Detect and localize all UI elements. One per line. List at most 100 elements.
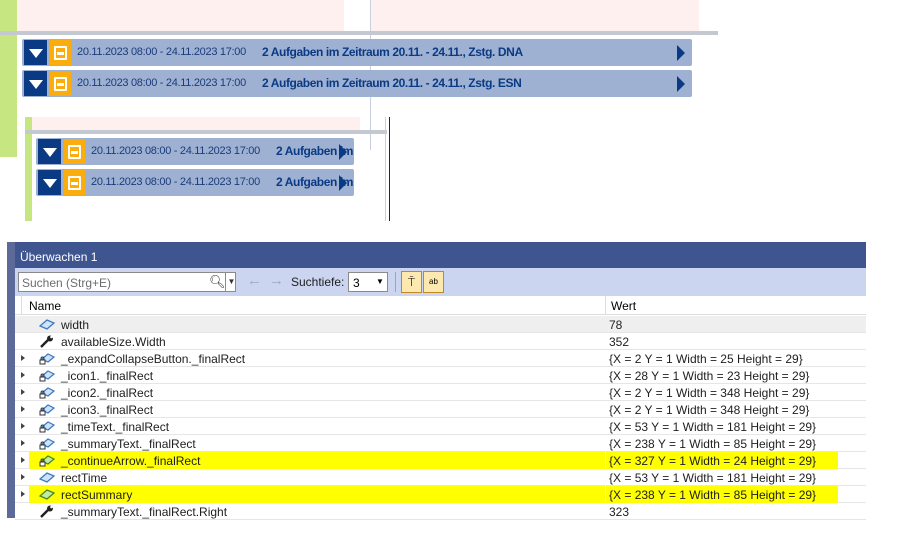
watch-row[interactable]: width 78: [15, 316, 866, 333]
expand-icon[interactable]: [21, 355, 25, 361]
row-name: rectSummary: [61, 488, 133, 502]
search-depth-value: 3: [353, 276, 360, 290]
row-name: _icon2._finalRect: [61, 386, 154, 400]
row-value: {X = 28 Y = 1 Width = 23 Height = 29}: [609, 369, 810, 383]
expand-collapse-button[interactable]: [24, 71, 47, 96]
row-name: _timeText._finalRect: [61, 420, 170, 434]
forward-arrow-icon[interactable]: →: [269, 272, 284, 289]
row-value: {X = 327 Y = 1 Width = 24 Height = 29}: [609, 454, 817, 468]
field-icon: [38, 471, 56, 484]
row-name: rectTime: [61, 471, 108, 485]
row-value: 323: [609, 505, 630, 519]
watch-row[interactable]: _summaryText._finalRect.Right 323: [15, 503, 866, 520]
task-summary-row[interactable]: 20.11.2023 08:00 - 24.11.2023 17:00 2 Au…: [22, 39, 692, 66]
row-value: {X = 238 Y = 1 Width = 85 Height = 29}: [609, 437, 817, 451]
watch-toolbar: Suchen (Strg+E) 🔍︎ ▼ ← → Suchtiefe: 3 ▼ …: [15, 268, 866, 296]
watch-row[interactable]: availableSize.Width 352: [15, 333, 866, 350]
expand-icon[interactable]: [21, 491, 25, 497]
watch-row[interactable]: _expandCollapseButton._finalRect {X = 2 Y…: [15, 350, 866, 367]
search-placeholder: Suchen (Strg+E): [22, 276, 112, 290]
watch-row[interactable]: _icon2._finalRect {X = 2 Y = 1 Width = 34…: [15, 384, 866, 401]
time-text: 20.11.2023 08:00 - 24.11.2023 17:00: [77, 77, 246, 89]
header-cell: [32, 117, 360, 130]
row-name: _summaryText._finalRect: [61, 437, 196, 451]
row-name: _summaryText._finalRect.Right: [61, 505, 228, 519]
row-name: _expandCollapseButton._finalRect: [61, 352, 246, 366]
chevron-down-icon: ▼: [376, 277, 384, 286]
column-header-value[interactable]: Wert: [611, 299, 636, 313]
row-name: availableSize.Width: [61, 335, 166, 349]
private-field-icon: [39, 369, 56, 382]
column-divider: [385, 117, 386, 221]
task-summary-row[interactable]: 20.11.2023 08:00 - 24.11.2023 17:00 2 Au…: [36, 169, 354, 196]
wrench-icon: [39, 505, 55, 518]
wrench-icon: [39, 335, 55, 348]
pin-text-button[interactable]: ab: [423, 271, 444, 293]
watch-row[interactable]: _icon3._finalRect {X = 2 Y = 1 Width = 34…: [15, 401, 866, 418]
header-cell: [371, 0, 699, 31]
expand-collapse-button[interactable]: [38, 139, 61, 164]
watch-grid: Name Wert width 78 availableSize.Width 352 _…: [15, 296, 866, 520]
watch-window: Überwachen 1 Suchen (Strg+E) 🔍︎ ▼ ← → Su…: [7, 242, 866, 520]
watch-row[interactable]: rectSummary {X = 238 Y = 1 Width = 85 Hei…: [15, 486, 866, 503]
search-depth-select[interactable]: 3 ▼: [348, 272, 388, 292]
continue-arrow-icon[interactable]: [339, 144, 347, 160]
column-header-name[interactable]: Name: [29, 299, 61, 313]
header-separator: [25, 130, 387, 134]
search-icon[interactable]: 🔍︎: [209, 274, 226, 290]
calendar-icon: [64, 170, 85, 195]
field-icon: [38, 318, 56, 331]
green-strip: [0, 0, 17, 157]
row-value: 78: [609, 318, 623, 332]
row-name: _icon1._finalRect: [61, 369, 154, 383]
continue-arrow-icon[interactable]: [677, 45, 685, 61]
watch-row[interactable]: _continueArrow._finalRect {X = 327 Y = 1 …: [15, 452, 866, 469]
summary-text: 2 Aufgaben im Zeitraum 20.11. - 24.11., …: [262, 45, 523, 59]
header-cell: [17, 0, 344, 31]
watch-title: Überwachen 1: [20, 250, 98, 264]
time-text: 20.11.2023 08:00 - 24.11.2023 17:00: [77, 46, 246, 58]
expand-icon[interactable]: [21, 389, 25, 395]
summary-text: 2 Aufgaben im Zeitraum 20.11. - 24.11., …: [262, 76, 522, 90]
expand-icon[interactable]: [21, 457, 25, 463]
continue-arrow-icon[interactable]: [339, 175, 347, 191]
row-value: {X = 2 Y = 1 Width = 348 Height = 29}: [609, 403, 810, 417]
row-name: width: [61, 318, 90, 332]
watch-title-bar: [15, 242, 866, 268]
search-dropdown-icon[interactable]: ▼: [225, 272, 237, 292]
row-name: _continueArrow._finalRect: [61, 454, 201, 468]
expand-collapse-button[interactable]: [24, 40, 47, 65]
private-field-icon: [39, 437, 56, 450]
expand-icon[interactable]: [21, 474, 25, 480]
back-arrow-icon[interactable]: ←: [247, 272, 262, 289]
row-value: {X = 238 Y = 1 Width = 85 Height = 29}: [609, 488, 817, 502]
continue-arrow-icon[interactable]: [677, 76, 685, 92]
search-depth-label: Suchtiefe:: [291, 275, 345, 289]
expand-icon[interactable]: [21, 423, 25, 429]
expand-collapse-button[interactable]: [38, 170, 61, 195]
row-value: {X = 53 Y = 1 Width = 181 Height = 29}: [609, 420, 817, 434]
row-value: {X = 53 Y = 1 Width = 181 Height = 29}: [609, 471, 817, 485]
expand-icon[interactable]: [21, 406, 25, 412]
toolbar-separator: [395, 272, 396, 292]
header-separator: [0, 31, 718, 35]
pin-button[interactable]: ⍑: [401, 271, 422, 293]
calendar-icon: [50, 40, 71, 65]
watch-row[interactable]: _timeText._finalRect {X = 53 Y = 1 Width …: [15, 418, 866, 435]
watch-row[interactable]: _icon1._finalRect {X = 28 Y = 1 Width = 2…: [15, 367, 866, 384]
row-value: {X = 2 Y = 1 Width = 348 Height = 29}: [609, 386, 810, 400]
private-field-changed-icon: [39, 454, 56, 467]
search-input[interactable]: Suchen (Strg+E) 🔍︎ ▼: [18, 272, 236, 292]
watch-row[interactable]: _summaryText._finalRect {X = 238 Y = 1 Wi…: [15, 435, 866, 452]
calendar-icon: [50, 71, 71, 96]
expand-icon[interactable]: [21, 440, 25, 446]
watch-row[interactable]: rectTime {X = 53 Y = 1 Width = 181 Height…: [15, 469, 866, 486]
task-summary-row[interactable]: 20.11.2023 08:00 - 24.11.2023 17:00 2 Au…: [36, 138, 354, 165]
private-field-icon: [39, 352, 56, 365]
row-name: _icon3._finalRect: [61, 403, 154, 417]
task-summary-row[interactable]: 20.11.2023 08:00 - 24.11.2023 17:00 2 Au…: [22, 70, 692, 97]
private-field-icon: [39, 420, 56, 433]
expand-icon[interactable]: [21, 372, 25, 378]
time-text: 20.11.2023 08:00 - 24.11.2023 17:00: [91, 145, 260, 157]
row-value: {X = 2 Y = 1 Width = 25 Height = 29}: [609, 352, 803, 366]
